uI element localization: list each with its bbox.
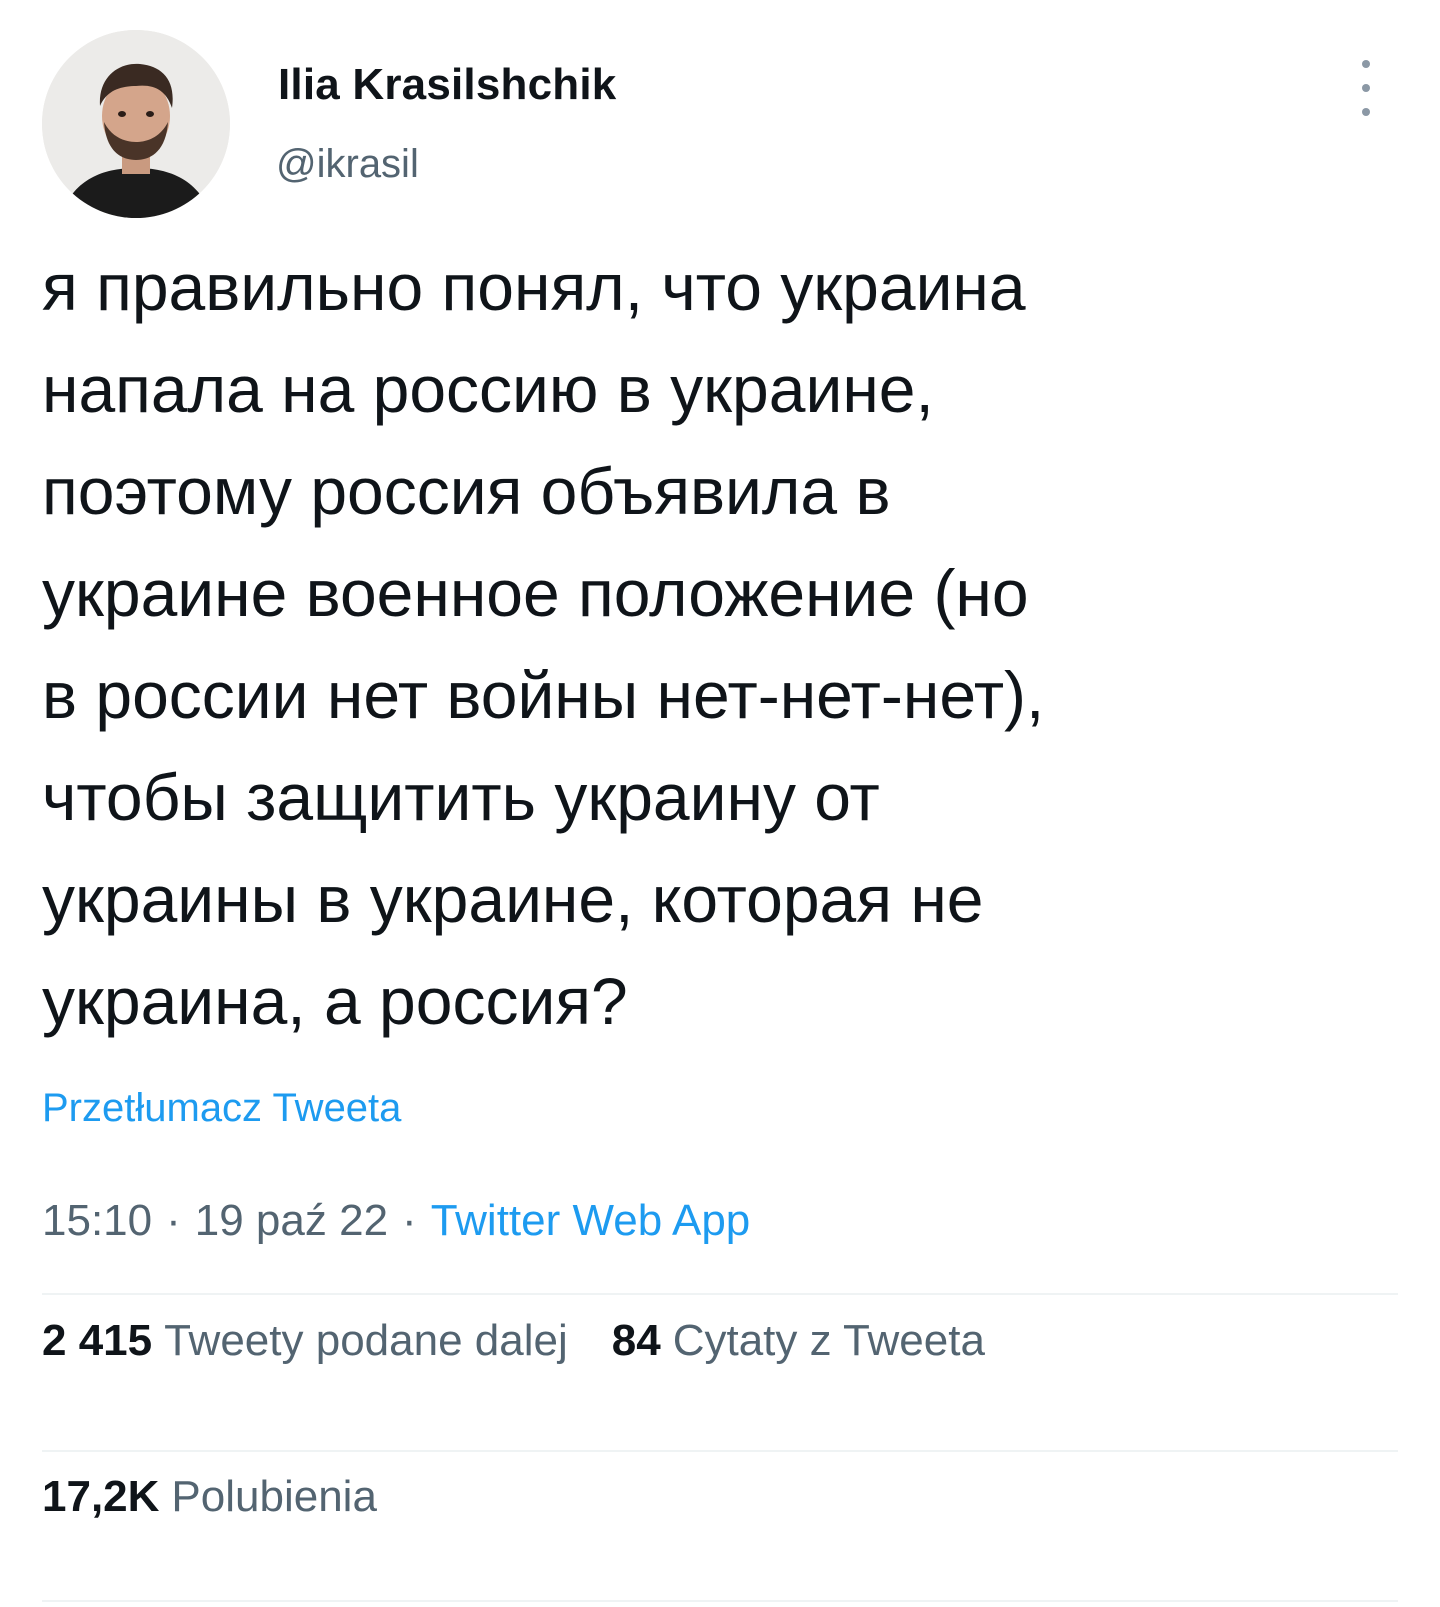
tweet-meta: 15:10 · 19 paź 22 · Twitter Web App bbox=[42, 1196, 750, 1246]
divider bbox=[42, 1293, 1398, 1295]
retweets-count: 2 415 bbox=[42, 1316, 153, 1365]
engagement-stats: 2 415 Tweety podane dalej 84 Cytaty z Tweet… bbox=[42, 1316, 1029, 1366]
more-dot bbox=[1362, 108, 1370, 116]
likes-count: 17,2K bbox=[42, 1472, 160, 1521]
avatar[interactable] bbox=[42, 30, 230, 218]
likes-stat[interactable]: 17,2K Polubienia bbox=[42, 1472, 377, 1522]
tweet-text-line: я правильно понял, что украина bbox=[42, 250, 1026, 324]
tweet-text-line: украине военное положение (но bbox=[42, 556, 1029, 630]
likes-label: Polubienia bbox=[171, 1472, 377, 1521]
author-display-name[interactable]: Ilia Krasilshchik bbox=[278, 60, 616, 110]
quotes-label: Cytaty z Tweeta bbox=[672, 1316, 985, 1365]
tweet-text-line: напала на россию в украине, bbox=[42, 352, 934, 426]
tweet-text-line: чтобы защитить украину от bbox=[42, 760, 880, 834]
quotes-count: 84 bbox=[611, 1316, 661, 1365]
meta-separator: · bbox=[166, 1196, 181, 1245]
divider bbox=[42, 1600, 1398, 1602]
tweet-date[interactable]: 19 paź 22 bbox=[195, 1196, 388, 1245]
quotes-stat[interactable]: 84 Cytaty z Tweeta bbox=[612, 1316, 985, 1366]
tweet-text: я правильно понял, что украина напала на… bbox=[42, 236, 1382, 1052]
author-handle[interactable]: @ikrasil bbox=[276, 142, 419, 187]
more-dot bbox=[1362, 60, 1370, 68]
divider bbox=[42, 1450, 1398, 1452]
tweet-text-line: украины в украине, которая не bbox=[42, 862, 984, 936]
retweets-stat[interactable]: 2 415 Tweety podane dalej bbox=[42, 1316, 568, 1366]
tweet-time[interactable]: 15:10 bbox=[42, 1196, 152, 1245]
translate-tweet-link[interactable]: Przetłumacz Tweeta bbox=[42, 1086, 401, 1131]
tweet-source-link[interactable]: Twitter Web App bbox=[431, 1196, 751, 1245]
tweet-text-line: в россии нет войны нет-нет-нет), bbox=[42, 658, 1045, 732]
more-vertical-icon[interactable] bbox=[1354, 60, 1378, 116]
tweet-text-line: поэтому россия объявила в bbox=[42, 454, 891, 528]
avatar-photo bbox=[42, 30, 230, 218]
more-dot bbox=[1362, 84, 1370, 92]
meta-separator: · bbox=[402, 1196, 417, 1245]
tweet-text-line: украина, а россия? bbox=[42, 964, 628, 1038]
retweets-label: Tweety podane dalej bbox=[164, 1316, 568, 1365]
likes-row: 17,2K Polubienia bbox=[42, 1472, 421, 1522]
